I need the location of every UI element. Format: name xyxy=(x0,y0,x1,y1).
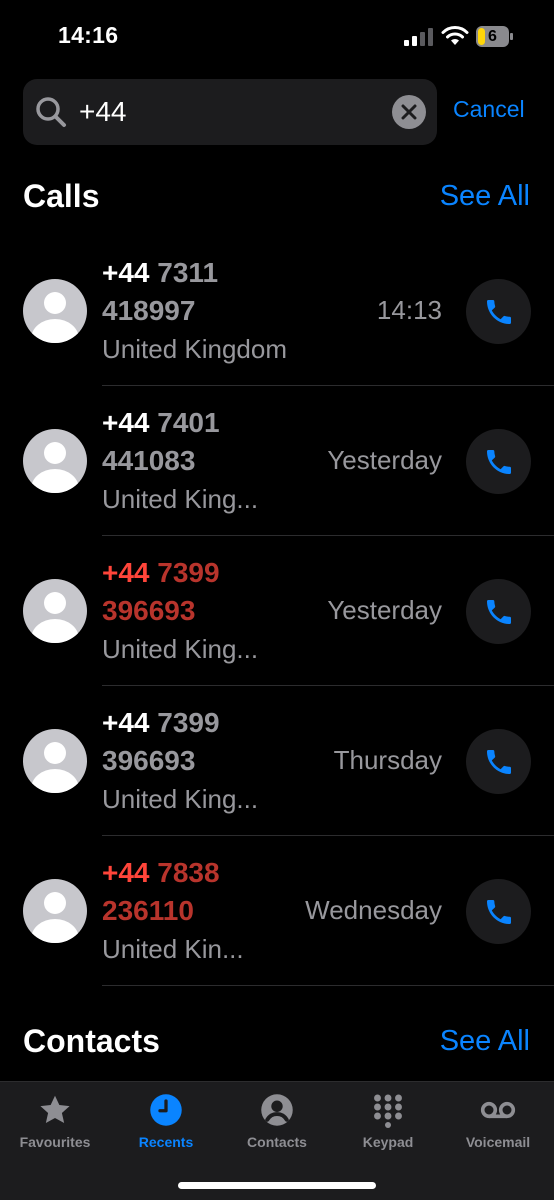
tab-label: Keypad xyxy=(362,1134,414,1150)
phone-icon xyxy=(487,600,511,624)
phone-number-part: 441083 xyxy=(102,445,196,476)
phone-icon xyxy=(487,750,511,774)
contacts-section-title: Contacts xyxy=(23,1023,160,1059)
contacts-see-all-link[interactable]: See All xyxy=(440,1025,530,1058)
call-row[interactable]: +44 7311 418997 United Kingdom 14:13 xyxy=(0,236,554,386)
call-time: Yesterday xyxy=(327,445,442,475)
call-details: +44 7311 418997 United Kingdom xyxy=(102,254,302,368)
call-country: United King... xyxy=(102,784,259,814)
home-indicator xyxy=(178,1182,376,1189)
phone-prefix: +44 xyxy=(102,557,150,588)
phone-number-part: 7401 xyxy=(157,407,220,438)
phone-number-part: 7399 xyxy=(157,707,220,738)
voicemail-icon xyxy=(480,1101,516,1119)
battery-icon: 6 xyxy=(476,26,514,47)
call-button[interactable] xyxy=(466,429,531,494)
call-details: +44 7399 396693 United King... xyxy=(102,554,302,668)
phone-number-line-1: +44 7401 xyxy=(102,404,302,442)
tab-recents[interactable]: Recents xyxy=(111,1082,221,1162)
call-row-missed[interactable]: +44 7399 396693 United King... Yesterday xyxy=(0,536,554,686)
phone-prefix: +44 xyxy=(102,707,150,738)
phone-number-part: 7838 xyxy=(157,857,220,888)
person-circle-icon xyxy=(261,1094,293,1126)
call-country: United Kin... xyxy=(102,934,244,964)
avatar xyxy=(23,729,87,793)
tab-label: Voicemail xyxy=(465,1134,531,1150)
phone-number-part: 418997 xyxy=(102,295,196,326)
phone-icon xyxy=(487,300,511,324)
phone-prefix: +44 xyxy=(102,857,150,888)
call-details: +44 7399 396693 United King... xyxy=(102,704,302,818)
call-row-missed[interactable]: +44 7838 236110 United Kin... Wednesday xyxy=(0,836,554,986)
tab-label: Favourites xyxy=(19,1134,91,1150)
phone-number-part: 396693 xyxy=(102,745,196,776)
calls-see-all-link[interactable]: See All xyxy=(440,180,530,213)
phone-number-line-1: +44 7311 xyxy=(102,254,302,292)
call-details: +44 7401 441083 United King... xyxy=(102,404,302,518)
phone-number-line-1: +44 7399 xyxy=(102,704,302,742)
avatar xyxy=(23,429,87,493)
avatar xyxy=(23,879,87,943)
call-button[interactable] xyxy=(466,579,531,644)
search-input[interactable] xyxy=(79,91,399,133)
call-time: Wednesday xyxy=(305,895,442,925)
avatar xyxy=(23,279,87,343)
phone-icon xyxy=(487,450,511,474)
clear-icon xyxy=(401,104,417,120)
phone-number-line-2: 236110 xyxy=(102,892,302,930)
call-details: +44 7838 236110 United Kin... xyxy=(102,854,302,968)
phone-number-line-2: 441083 xyxy=(102,442,302,480)
phone-number-part: 7399 xyxy=(157,557,220,588)
call-row[interactable]: +44 7399 396693 United King... Thursday xyxy=(0,686,554,836)
divider xyxy=(102,985,554,986)
phone-number-line-1: +44 7399 xyxy=(102,554,302,592)
status-time: 14:16 xyxy=(58,22,119,48)
recents-search-screen: 14:16 6 +44 Cancel Calls See All +44 731… xyxy=(0,0,554,1200)
phone-icon xyxy=(487,900,511,924)
phone-number-part: 236110 xyxy=(102,895,194,926)
phone-number-line-2: 418997 xyxy=(102,292,302,330)
wifi-icon xyxy=(441,26,469,45)
call-country: United King... xyxy=(102,634,259,664)
call-button[interactable] xyxy=(466,879,531,944)
call-country: United Kingdom xyxy=(102,334,287,364)
call-time: Thursday xyxy=(333,745,442,775)
clear-search-button[interactable] xyxy=(392,95,426,129)
tab-keypad[interactable]: Keypad xyxy=(333,1082,443,1162)
cellular-signal-icon xyxy=(404,28,433,46)
call-button[interactable] xyxy=(466,279,531,344)
phone-prefix: +44 xyxy=(102,407,150,438)
call-button[interactable] xyxy=(466,729,531,794)
phone-number-part: 396693 xyxy=(102,595,196,626)
call-time: Yesterday xyxy=(327,595,442,625)
tab-contacts[interactable]: Contacts xyxy=(222,1082,332,1162)
star-icon xyxy=(40,1095,70,1124)
search-field[interactable] xyxy=(23,79,437,145)
calls-section-title: Calls xyxy=(23,178,100,214)
phone-number-line-1: +44 7838 xyxy=(102,854,302,892)
tab-voicemail[interactable]: Voicemail xyxy=(443,1082,553,1162)
tab-label: Recents xyxy=(138,1134,194,1150)
keypad-icon xyxy=(374,1094,402,1128)
search-icon xyxy=(36,97,66,127)
tab-favourites[interactable]: Favourites xyxy=(0,1082,110,1162)
call-row[interactable]: +44 7401 441083 United King... Yesterday xyxy=(0,386,554,536)
call-country: United King... xyxy=(102,484,259,514)
clock-icon xyxy=(150,1094,182,1126)
status-bar: 14:16 6 xyxy=(0,0,554,70)
avatar xyxy=(23,579,87,643)
call-time: 14:13 xyxy=(376,295,442,325)
phone-number-line-2: 396693 xyxy=(102,592,302,630)
tab-label: Contacts xyxy=(247,1134,307,1150)
battery-level-text: 6 xyxy=(488,28,497,45)
phone-number-part: 7311 xyxy=(157,257,219,288)
phone-prefix: +44 xyxy=(102,257,150,288)
cancel-button[interactable]: Cancel xyxy=(453,96,525,123)
phone-number-line-2: 396693 xyxy=(102,742,302,780)
